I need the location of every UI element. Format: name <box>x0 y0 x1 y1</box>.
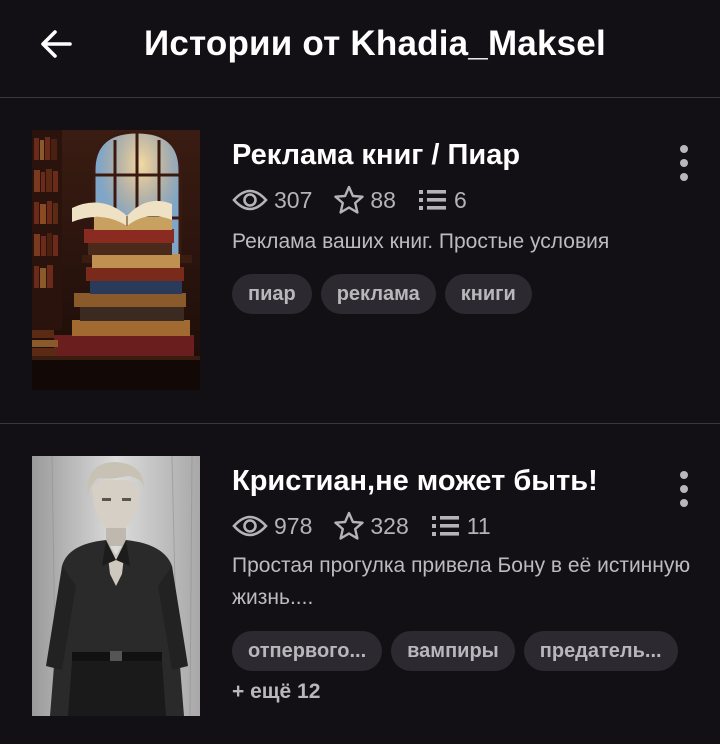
views-count: 978 <box>274 512 313 539</box>
votes-count: 328 <box>370 512 409 539</box>
views-stat: 307 <box>232 187 312 214</box>
story-title[interactable]: Кристиан,не может быть! <box>232 463 598 499</box>
menu-dot <box>680 173 688 181</box>
story-menu-button[interactable] <box>664 139 704 187</box>
views-stat: 978 <box>232 513 312 540</box>
story-card[interactable]: Реклама книг / Пиар 307 88 6 Реклама ваш… <box>0 99 720 424</box>
parts-stat: 11 <box>431 513 491 540</box>
eye-icon <box>232 189 268 211</box>
more-vertical-icon <box>680 471 688 479</box>
votes-stat: 88 <box>334 185 396 215</box>
star-icon <box>334 185 365 214</box>
story-tags: отпервого... вампиры предатель... + ещё … <box>232 631 702 704</box>
story-title[interactable]: Реклама книг / Пиар <box>232 137 520 173</box>
story-stats: 307 88 6 <box>232 185 489 215</box>
story-tags: пиар реклама книги <box>232 274 702 314</box>
votes-count: 88 <box>370 186 396 213</box>
tag-chip[interactable]: отпервого... <box>232 631 383 671</box>
list-icon <box>418 190 446 210</box>
menu-dot <box>680 499 688 507</box>
eye-icon <box>232 515 268 537</box>
arrow-left-icon <box>41 30 72 58</box>
menu-dot <box>680 159 688 167</box>
tag-chip[interactable]: пиар <box>232 274 312 314</box>
top-app-bar: Истории от Khadia_Maksel <box>0 0 720 98</box>
list-icon <box>431 516 459 536</box>
story-description: Реклама ваших книг. Простые условия <box>232 230 610 253</box>
story-cover-image[interactable] <box>32 456 200 716</box>
story-menu-button[interactable] <box>664 465 704 513</box>
views-count: 307 <box>274 186 313 213</box>
votes-stat: 328 <box>334 511 409 541</box>
tag-chip[interactable]: книги <box>444 274 532 314</box>
story-description: Простая прогулка привела Бону в её истин… <box>232 554 691 609</box>
story-cover-image[interactable] <box>32 130 200 390</box>
books-cover-illustration <box>32 130 200 390</box>
menu-dot <box>680 485 688 493</box>
parts-count: 11 <box>466 512 491 539</box>
story-card[interactable]: Кристиан,не может быть! 978 328 11 Прост… <box>0 425 720 744</box>
more-vertical-icon <box>680 145 688 153</box>
story-stats: 978 328 11 <box>232 511 513 541</box>
portrait-cover-illustration <box>32 456 200 716</box>
more-tags-link[interactable]: + ещё 12 <box>232 680 320 704</box>
parts-stat: 6 <box>418 187 467 214</box>
tag-chip[interactable]: предатель... <box>523 631 678 671</box>
page-title: Истории от Khadia_Maksel <box>144 24 606 63</box>
tag-chip[interactable]: реклама <box>320 274 436 314</box>
star-icon <box>334 511 365 540</box>
back-button[interactable] <box>30 22 82 66</box>
tag-chip[interactable]: вампиры <box>391 631 515 671</box>
parts-count: 6 <box>453 186 467 213</box>
